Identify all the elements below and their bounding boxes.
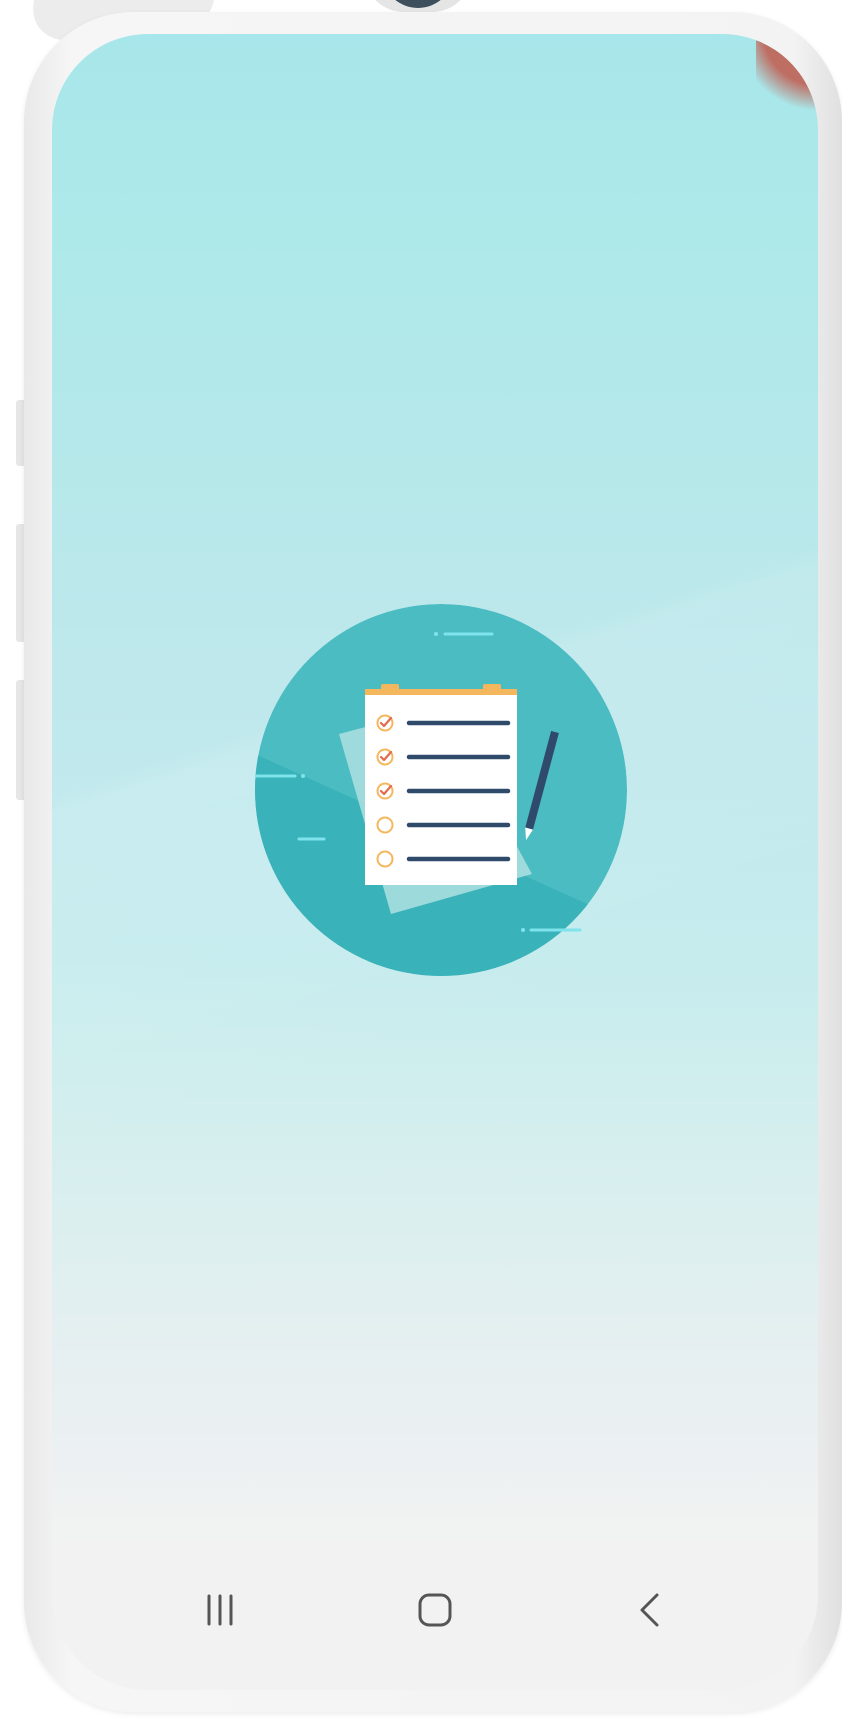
recents-button[interactable]	[180, 1570, 260, 1650]
checklist-clipboard-icon	[255, 604, 627, 976]
back-button[interactable]	[610, 1570, 690, 1650]
volume-button	[16, 400, 24, 466]
recents-icon	[207, 1594, 233, 1626]
device-frame-stage	[0, 0, 842, 1718]
back-chevron-icon	[640, 1593, 659, 1627]
app-screen	[52, 34, 818, 1690]
power-button	[16, 680, 24, 800]
navigation-bar	[52, 1540, 818, 1690]
corner-accent	[756, 34, 818, 124]
clipboard	[365, 684, 517, 885]
home-button[interactable]	[395, 1570, 475, 1650]
home-icon	[418, 1593, 452, 1627]
side-button	[16, 524, 24, 642]
camera-notch	[364, 0, 472, 12]
